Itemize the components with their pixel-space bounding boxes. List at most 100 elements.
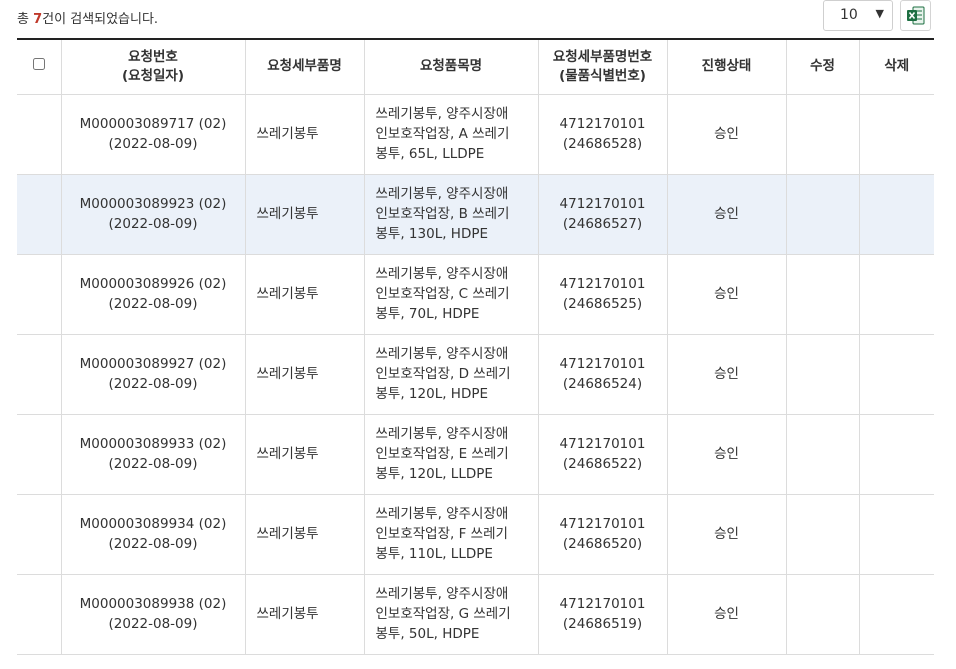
- table-row[interactable]: M000003089934 (02) (2022-08-09) 쓰레기봉투 쓰레기봉투…: [17, 494, 934, 575]
- detail-no: 4712170101: [559, 276, 646, 292]
- item-name-line: 쓰레기봉투, 양주시장애: [375, 346, 509, 362]
- edit-cell: [785, 94, 859, 175]
- request-no-cell: M000003089938 (02) (2022-08-09): [60, 574, 245, 655]
- select-all-checkbox[interactable]: [32, 58, 45, 71]
- item-id: (24686528): [562, 136, 643, 152]
- item-name-link[interactable]: 쓰레기봉투, 양주시장애인보호작업장, D 쓰레기봉투, 120L, HDPE: [363, 334, 538, 415]
- item-name-line: 인보호작업장, A 쓰레기: [375, 126, 510, 142]
- item-name-line: 인보호작업장, C 쓰레기: [375, 286, 510, 302]
- request-no-cell: M000003089927 (02) (2022-08-09): [60, 334, 245, 415]
- table-row[interactable]: M000003089927 (02) (2022-08-09) 쓰레기봉투 쓰레기봉투…: [17, 334, 934, 415]
- header-request-no[interactable]: 요청번호 (요청일자): [60, 39, 245, 95]
- item-name-link[interactable]: 쓰레기봉투, 양주시장애인보호작업장, B 쓰레기봉투, 130L, HDPE: [363, 174, 538, 255]
- status-cell: 승인: [666, 334, 786, 415]
- request-no: M000003089717 (02): [79, 116, 227, 132]
- edit-cell: [785, 254, 859, 335]
- table-row[interactable]: M000003089923 (02) (2022-08-09) 쓰레기봉투 쓰레기봉투…: [17, 174, 934, 255]
- edit-cell: [785, 574, 859, 655]
- request-no-cell: M000003089933 (02) (2022-08-09): [60, 414, 245, 495]
- item-name-line: 쓰레기봉투, 양주시장애: [375, 586, 509, 602]
- result-toolbar: 총 7건이 검색되었습니다. 10 ▼: [17, 0, 934, 34]
- item-name-line: 인보호작업장, F 쓰레기: [375, 526, 508, 542]
- header-delete: 삭제: [858, 39, 934, 95]
- item-name-link[interactable]: 쓰레기봉투, 양주시장애 인보호작업장, G 쓰레기 봉투, 50L, HDPE: [363, 574, 538, 655]
- request-no-cell: M000003089717 (02) (2022-08-09): [60, 94, 245, 175]
- request-no: M000003089938 (02): [79, 596, 227, 612]
- request-no: M000003089926 (02): [79, 276, 227, 292]
- detail-no: 4712170101: [559, 596, 646, 612]
- item-name-link[interactable]: 쓰레기봉투, 양주시장애 인보호작업장, F 쓰레기 봉투, 110L, LLDPE: [363, 494, 538, 575]
- request-date: (2022-08-09): [108, 616, 198, 632]
- item-name-line: 봉투, 120L, LLDPE: [375, 466, 493, 482]
- item-name-link[interactable]: 쓰레기봉투, 양주시장애인보호작업장, C 쓰레기봉투, 70L, HDPE: [363, 254, 538, 335]
- row-select-cell: [17, 574, 61, 655]
- request-date: (2022-08-09): [108, 136, 198, 152]
- header-detail-name[interactable]: 요청세부품명: [244, 39, 364, 95]
- header-request-date-label: (요청일자): [121, 67, 185, 84]
- detail-no: 4712170101: [559, 196, 646, 212]
- item-id: (24686525): [562, 296, 643, 312]
- item-name-line: 쓰레기봉투, 양주시장애: [375, 426, 509, 442]
- item-name-line: 봉투, 70L, HDPE: [375, 306, 480, 322]
- item-id: (24686522): [562, 456, 643, 472]
- item-id: (24686527): [562, 216, 643, 232]
- item-name-line: 봉투, 130L, HDPE: [375, 226, 489, 242]
- request-date: (2022-08-09): [108, 296, 198, 312]
- item-name-line: 인보호작업장, B 쓰레기: [375, 206, 510, 222]
- request-date: (2022-08-09): [108, 536, 198, 552]
- detail-no: 4712170101: [559, 436, 646, 452]
- row-select-cell: [17, 414, 61, 495]
- edit-cell: [785, 334, 859, 415]
- table-row[interactable]: M000003089933 (02) (2022-08-09) 쓰레기봉투 쓰레기봉투…: [17, 414, 934, 495]
- request-date: (2022-08-09): [108, 216, 198, 232]
- delete-cell: [858, 574, 934, 655]
- header-status[interactable]: 진행상태: [666, 39, 786, 95]
- item-name-line: 봉투, 50L, HDPE: [375, 626, 480, 642]
- table-row[interactable]: M000003089926 (02) (2022-08-09) 쓰레기봉투 쓰레기봉투…: [17, 254, 934, 335]
- header-detail-no-label: 요청세부품명번호: [552, 48, 653, 65]
- select-all-header: [17, 39, 61, 95]
- status-cell: 승인: [666, 574, 786, 655]
- detail-name-cell: 쓰레기봉투: [244, 574, 364, 655]
- request-no-cell: M000003089923 (02) (2022-08-09): [60, 174, 245, 255]
- request-no: M000003089927 (02): [79, 356, 227, 372]
- excel-download-button[interactable]: [900, 0, 931, 31]
- request-date: (2022-08-09): [108, 456, 198, 472]
- excel-icon: [907, 6, 925, 25]
- item-name-link[interactable]: 쓰레기봉투, 양주시장애 인보호작업장, A 쓰레기 봉투, 65L, LLDPE: [363, 94, 538, 175]
- detail-name-cell: 쓰레기봉투: [244, 414, 364, 495]
- item-name-line: 쓰레기봉투, 양주시장애: [375, 106, 509, 122]
- item-name-line: 인보호작업장, D 쓰레기: [375, 366, 511, 382]
- delete-cell: [858, 174, 934, 255]
- edit-cell: [785, 414, 859, 495]
- status-cell: 승인: [666, 254, 786, 335]
- row-select-cell: [17, 254, 61, 335]
- detail-no-cell: 4712170101 (24686524): [537, 334, 667, 415]
- summary-prefix: 총: [17, 12, 34, 27]
- status-cell: 승인: [666, 494, 786, 575]
- row-select-cell: [17, 174, 61, 255]
- item-name-line: 인보호작업장, E 쓰레기: [375, 446, 509, 462]
- status-cell: 승인: [666, 414, 786, 495]
- detail-no: 4712170101: [559, 116, 646, 132]
- detail-no: 4712170101: [559, 516, 646, 532]
- chevron-down-icon: ▼: [875, 7, 884, 20]
- item-name-link[interactable]: 쓰레기봉투, 양주시장애인보호작업장, E 쓰레기봉투, 120L, LLDPE: [363, 414, 538, 495]
- header-item-name[interactable]: 요청품목명: [363, 39, 538, 95]
- table-row[interactable]: M000003089717 (02) (2022-08-09) 쓰레기봉투 쓰레기봉투…: [17, 94, 934, 175]
- detail-no: 4712170101: [559, 356, 646, 372]
- summary-suffix: 건이 검색되었습니다.: [42, 12, 159, 27]
- item-name-line: 쓰레기봉투, 양주시장애: [375, 186, 509, 202]
- detail-no-cell: 4712170101 (24686522): [537, 414, 667, 495]
- detail-name-cell: 쓰레기봉투: [244, 94, 364, 175]
- item-name-line: 쓰레기봉투, 양주시장애: [375, 266, 509, 282]
- item-id: (24686520): [562, 536, 643, 552]
- table-row[interactable]: M000003089938 (02) (2022-08-09) 쓰레기봉투 쓰레기봉투…: [17, 574, 934, 655]
- result-count: 7: [33, 12, 43, 27]
- row-select-cell: [17, 94, 61, 175]
- header-detail-no[interactable]: 요청세부품명번호 (물품식별번호): [537, 39, 667, 95]
- page-size-select[interactable]: 10 ▼: [823, 0, 893, 31]
- row-select-cell: [17, 494, 61, 575]
- item-name-line: 봉투, 120L, HDPE: [375, 386, 489, 402]
- table-header-row: 요청번호 (요청일자) 요청세부품명 요청품목명 요청세부품명번호 (물품식별번…: [17, 39, 934, 95]
